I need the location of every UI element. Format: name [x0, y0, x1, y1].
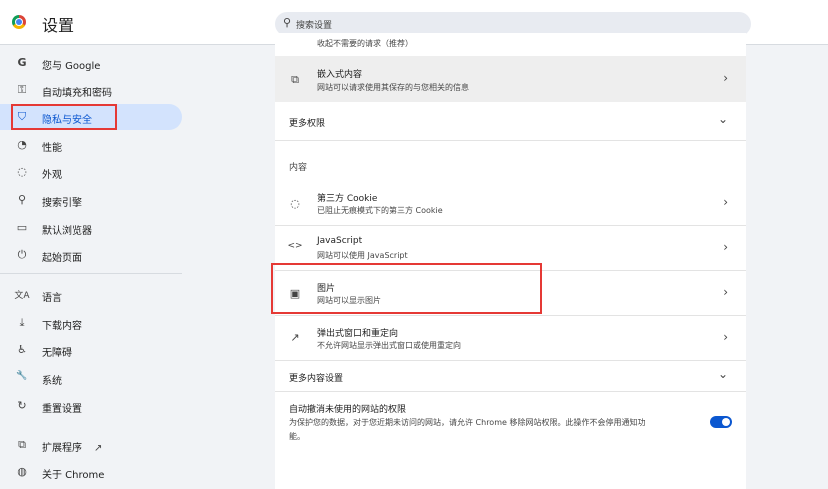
- sidebar-item-accessibility[interactable]: ♿ 无障碍: [0, 337, 182, 363]
- sidebar-item-label: 无障碍: [42, 348, 72, 359]
- speedometer-icon: ◔: [17, 138, 27, 151]
- content-section-label: 内容: [289, 163, 308, 173]
- sidebar-item-search-engine[interactable]: ⚲ 搜索引擎: [0, 187, 182, 213]
- chrome-logo-icon: [12, 15, 26, 29]
- chevron-right-icon: ›: [723, 71, 728, 85]
- code-icon: <>: [287, 241, 303, 251]
- sidebar-item-about-chrome[interactable]: ◍ 关于 Chrome: [0, 459, 182, 485]
- chevron-right-icon: ›: [723, 195, 728, 209]
- key-icon: ⚿: [17, 83, 27, 96]
- sidebar-item-you-and-google[interactable]: G 您与 Google: [0, 50, 182, 76]
- download-icon: ⤓: [19, 316, 25, 329]
- browser-window-icon: ▭: [16, 221, 28, 234]
- translate-icon: 文A: [14, 291, 30, 301]
- row-title: JavaScript: [317, 236, 363, 246]
- sidebar-item-label: 默认浏览器: [42, 226, 92, 237]
- settings-card: 收起不需要的请求（推荐） ⧉ 嵌入式内容 网站可以请求使用其保存的与您相关的信息…: [275, 33, 746, 489]
- reset-icon: ↻: [17, 399, 27, 412]
- more-permissions-label: 更多权限: [289, 119, 326, 129]
- cookie-icon: ◌: [290, 197, 300, 210]
- row-subtitle: 网站可以使用 JavaScript: [317, 251, 408, 260]
- sidebar-item-autofill[interactable]: ⚿ 自动填充和密码: [0, 77, 182, 103]
- sidebar-item-label: 起始页面: [42, 253, 82, 264]
- open-in-new-icon: ↗: [290, 331, 300, 344]
- row-subtitle: 网站可以请求使用其保存的与您相关的信息: [317, 83, 469, 92]
- embedded-content-row[interactable]: ⧉ 嵌入式内容 网站可以请求使用其保存的与您相关的信息 ›: [275, 56, 746, 102]
- row-title: 嵌入式内容: [317, 70, 363, 80]
- sidebar-item-label: 语言: [42, 293, 62, 304]
- chevron-down-icon: ⌄: [717, 112, 728, 126]
- sidebar-item-label: 关于 Chrome: [42, 470, 105, 481]
- sidebar-item-label: 外观: [42, 170, 62, 181]
- sidebar-item-performance[interactable]: ◔ 性能: [0, 132, 182, 158]
- divider: [275, 140, 746, 141]
- sidebar-divider: [0, 273, 182, 274]
- auto-revoke-permissions-row: 自动撤消未使用的网站的权限 为保护您的数据，对于您近期未访问的网站，请允许 Ch…: [275, 399, 746, 449]
- more-content-settings-label: 更多内容设置: [289, 374, 344, 384]
- highlight-box-sidebar: [11, 104, 117, 130]
- chevron-right-icon: ›: [723, 285, 728, 299]
- sidebar-item-label: 重置设置: [42, 404, 82, 415]
- sidebar-item-label: 性能: [42, 143, 62, 154]
- row-title: 第三方 Cookie: [317, 194, 378, 204]
- sidebar-item-default-browser[interactable]: ▭ 默认浏览器: [0, 215, 182, 241]
- page-title: 设置: [42, 16, 75, 35]
- row-subtitle: 不允许网站显示弹出式窗口或使用重定向: [317, 341, 461, 350]
- sidebar-item-label: 下载内容: [42, 321, 82, 332]
- search-icon: ⚲: [17, 193, 27, 206]
- auto-revoke-description: 为保护您的数据，对于您近期未访问的网站，请允许 Chrome 移除网站权限。此操…: [289, 418, 646, 427]
- auto-revoke-description-cont: 能。: [289, 432, 305, 441]
- palette-icon: ◌: [17, 165, 27, 178]
- highlight-box-images: [271, 263, 542, 314]
- sidebar-item-languages[interactable]: 文A 语言: [0, 282, 182, 308]
- search-icon: ⚲: [283, 16, 292, 29]
- row-title: 弹出式窗口和重定向: [317, 329, 399, 339]
- sidebar-item-label: 扩展程序 ↗: [42, 439, 102, 454]
- sidebar-item-appearance[interactable]: ◌ 外观: [0, 159, 182, 185]
- extensions-label: 扩展程序: [42, 443, 82, 454]
- sidebar-item-reset-settings[interactable]: ↻ 重置设置: [0, 393, 182, 419]
- chevron-right-icon: ›: [723, 330, 728, 344]
- google-g-icon: G: [17, 56, 27, 69]
- puzzle-icon: ⧉: [18, 438, 26, 451]
- sidebar-item-label: 搜索引擎: [42, 198, 82, 209]
- embedded-content-icon: ⧉: [291, 73, 299, 86]
- power-icon: ⏻: [17, 248, 27, 261]
- divider: [275, 391, 746, 392]
- sidebar-item-on-startup[interactable]: ⏻ 起始页面: [0, 242, 182, 268]
- accessibility-icon: ♿: [17, 343, 27, 356]
- chevron-down-icon: ⌄: [717, 367, 728, 381]
- clipped-setting-text: 收起不需要的请求（推荐）: [317, 39, 413, 48]
- more-content-settings-expander[interactable]: 更多内容设置 ⌄: [275, 361, 746, 391]
- chevron-right-icon: ›: [723, 240, 728, 254]
- search-placeholder: 搜索设置: [296, 21, 333, 31]
- sidebar-item-system[interactable]: 🔧 系统: [0, 365, 182, 391]
- sidebar-item-label: 您与 Google: [42, 61, 101, 72]
- third-party-cookies-row[interactable]: ◌ 第三方 Cookie 已阻止无痕模式下的第三方 Cookie ›: [275, 181, 746, 225]
- sidebar-item-downloads[interactable]: ⤓ 下载内容: [0, 310, 182, 336]
- sidebar-item-label: 系统: [42, 376, 62, 387]
- auto-revoke-title: 自动撤消未使用的网站的权限: [289, 405, 407, 415]
- open-external-icon: ↗: [94, 443, 103, 454]
- sidebar-item-label: 自动填充和密码: [42, 88, 112, 99]
- wrench-icon: 🔧: [16, 371, 28, 381]
- chrome-icon: ◍: [17, 465, 27, 478]
- auto-revoke-toggle[interactable]: [710, 416, 732, 428]
- sidebar-item-extensions[interactable]: ⧉ 扩展程序 ↗: [0, 432, 182, 458]
- row-subtitle: 已阻止无痕模式下的第三方 Cookie: [317, 206, 443, 215]
- more-permissions-expander[interactable]: 更多权限 ⌄: [275, 102, 746, 140]
- popups-redirects-row[interactable]: ↗ 弹出式窗口和重定向 不允许网站显示弹出式窗口或使用重定向 ›: [275, 316, 746, 360]
